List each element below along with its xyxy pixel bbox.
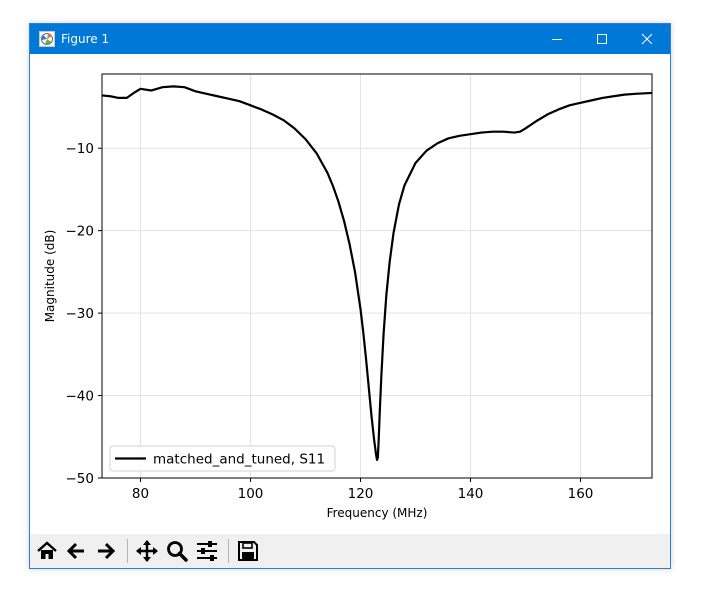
save-icon xyxy=(238,541,258,561)
maximize-icon xyxy=(597,34,607,44)
configure-subplots-icon xyxy=(197,541,217,561)
home-button[interactable] xyxy=(33,537,61,565)
pan-icon xyxy=(136,540,158,562)
x-tick-label: 80 xyxy=(132,486,149,502)
axes-frame xyxy=(101,73,653,479)
save-button[interactable] xyxy=(234,537,262,565)
y-tick-label: −10 xyxy=(66,141,95,157)
x-axis-ticks: 80 100 120 140 160 xyxy=(132,478,593,502)
grid xyxy=(102,74,652,479)
toolbar-separator xyxy=(127,539,128,563)
minimize-button[interactable] xyxy=(534,24,580,54)
close-icon xyxy=(641,33,653,45)
pan-button[interactable] xyxy=(133,537,161,565)
y-axis-label: Magnitude (dB) xyxy=(43,230,57,323)
series-line xyxy=(101,85,653,461)
zoom-icon xyxy=(167,541,188,562)
x-tick-label: 120 xyxy=(348,486,374,502)
line-chart: 80 100 120 140 160 −10 −20 −30 −40 −50 matched_a… xyxy=(43,73,653,520)
close-button[interactable] xyxy=(624,24,670,54)
back-button[interactable] xyxy=(62,537,90,565)
x-tick-label: 100 xyxy=(238,486,264,502)
legend-label: matched_and_tuned, S11 xyxy=(153,452,325,468)
x-axis-label: Frequency (MHz) xyxy=(327,506,428,520)
configure-subplots-button[interactable] xyxy=(193,537,221,565)
x-tick-label: 160 xyxy=(568,486,594,502)
minimize-icon xyxy=(552,39,562,40)
y-tick-label: −50 xyxy=(66,471,95,487)
window-title: Figure 1 xyxy=(61,32,110,46)
y-tick-label: −20 xyxy=(66,224,95,240)
plot-canvas[interactable]: 80 100 120 140 160 −10 −20 −30 −40 −50 matched_a… xyxy=(30,54,670,534)
navigation-toolbar xyxy=(30,534,670,568)
title-bar[interactable]: Figure 1 xyxy=(30,24,670,54)
home-icon xyxy=(37,541,57,559)
forward-button[interactable] xyxy=(92,537,120,565)
figure-window: Figure 1 80 100 120 140 160 −10 −20 −30 −40 −50 xyxy=(29,23,671,569)
y-axis-ticks: −10 −20 −30 −40 −50 xyxy=(66,141,102,487)
series-layer xyxy=(101,85,653,461)
maximize-button[interactable] xyxy=(579,24,625,54)
forward-arrow-icon xyxy=(98,542,116,560)
back-arrow-icon xyxy=(66,542,84,560)
x-tick-label: 140 xyxy=(458,486,484,502)
matplotlib-app-icon xyxy=(39,31,55,47)
legend: matched_and_tuned, S11 xyxy=(109,445,336,472)
y-tick-label: −30 xyxy=(66,306,95,322)
zoom-button[interactable] xyxy=(163,537,191,565)
y-tick-label: −40 xyxy=(66,389,95,405)
toolbar-separator xyxy=(228,539,229,563)
